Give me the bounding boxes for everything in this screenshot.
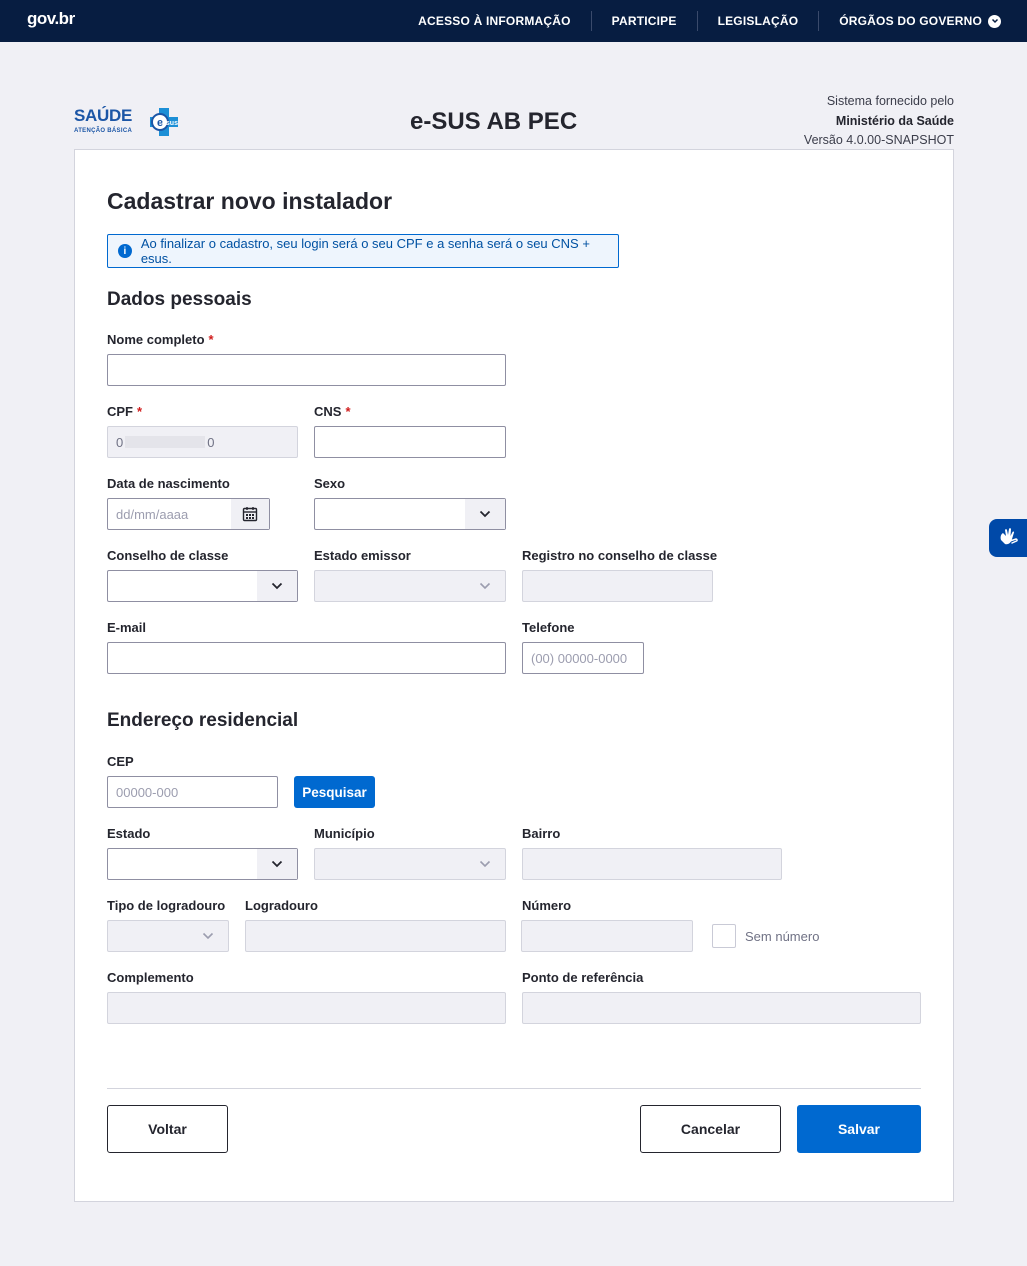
- municipio-select: [314, 848, 506, 880]
- chevron-down-icon: [271, 860, 283, 868]
- section-endereco: Endereço residencial: [107, 710, 299, 731]
- cpf-value-start: 0: [116, 434, 124, 450]
- gov-logo[interactable]: gov.br: [27, 9, 75, 29]
- label-conselho: Conselho de classe: [107, 548, 229, 563]
- cpf-input: 00: [107, 426, 298, 458]
- chevron-down-icon: [479, 582, 491, 590]
- label-bairro: Bairro: [522, 826, 561, 841]
- section-dados-pessoais: Dados pessoais: [107, 289, 252, 310]
- tipo-logradouro-select-button: [188, 921, 228, 951]
- cns-input[interactable]: [314, 426, 506, 458]
- label-logradouro: Logradouro: [245, 898, 318, 913]
- chevron-down-icon: [479, 510, 491, 518]
- required-mark: *: [137, 404, 143, 419]
- provider-info: Sistema fornecido pelo Ministério da Saú…: [804, 92, 954, 151]
- info-icon: i: [118, 244, 132, 258]
- info-alert-text: Ao finalizar o cadastro, seu login será …: [140, 236, 590, 266]
- nav-orgaos-governo[interactable]: ÓRGÃOS DO GOVERNO: [818, 11, 1001, 31]
- label-telefone: Telefone: [522, 620, 575, 635]
- nav-legislacao[interactable]: LEGISLAÇÃO: [696, 11, 819, 31]
- calendar-button[interactable]: [231, 499, 269, 529]
- app-header: SAÚDE ATENÇÃO BÁSICA e esus e-SUS AB PEC…: [74, 90, 954, 150]
- form-card: Cadastrar novo instalador i Ao finalizar…: [74, 149, 954, 1202]
- svg-text:esus: esus: [162, 120, 178, 127]
- cpf-value-end: 0: [207, 434, 215, 450]
- label-cns: CNS *: [314, 404, 351, 419]
- salvar-button[interactable]: Salvar: [797, 1105, 921, 1153]
- chevron-down-icon: [202, 932, 214, 940]
- telefone-input[interactable]: (00) 00000-0000: [522, 642, 644, 674]
- estado-emissor-select-button: [465, 571, 505, 601]
- label-municipio: Município: [314, 826, 375, 841]
- nav-acesso-informacao[interactable]: ACESSO À INFORMAÇÃO: [398, 11, 590, 31]
- brand-subtitle: ATENÇÃO BÁSICA: [74, 128, 133, 134]
- label-nome: Nome completo *: [107, 332, 214, 347]
- conselho-select-button[interactable]: [257, 571, 297, 601]
- chevron-down-icon: [479, 860, 491, 868]
- provider-line-1: Sistema fornecido pelo: [826, 94, 954, 108]
- cep-placeholder: 00000-000: [116, 784, 179, 800]
- tipo-logradouro-select: [107, 920, 229, 952]
- label-nascimento: Data de nascimento: [107, 476, 230, 491]
- nascimento-placeholder: dd/mm/aaaa: [116, 506, 189, 522]
- label-referencia: Ponto de referência: [522, 970, 644, 985]
- label-cep: CEP: [107, 754, 134, 769]
- estado-select[interactable]: [107, 848, 298, 880]
- conselho-select[interactable]: [107, 570, 298, 602]
- chevron-down-icon: [271, 582, 283, 590]
- cancelar-button[interactable]: Cancelar: [640, 1105, 781, 1153]
- registro-input: [522, 570, 713, 602]
- gov-nav: ACESSO À INFORMAÇÃO PARTICIPE LEGISLAÇÃO…: [398, 0, 1001, 42]
- label-sexo: Sexo: [314, 476, 346, 491]
- label-numero: Número: [522, 898, 572, 913]
- sem-numero-label: Sem número: [745, 929, 820, 944]
- nav-orgaos-label: ÓRGÃOS DO GOVERNO: [839, 14, 982, 28]
- provider-line-2: Ministério da Saúde: [835, 113, 954, 128]
- cep-input[interactable]: 00000-000: [107, 776, 278, 808]
- sign-language-icon: [1000, 528, 1018, 545]
- calendar-icon: [242, 507, 258, 522]
- sem-numero-checkbox[interactable]: [712, 924, 736, 948]
- estado-emissor-select: [314, 570, 506, 602]
- bairro-input: [522, 848, 782, 880]
- page-title: Cadastrar novo instalador: [107, 188, 393, 214]
- logradouro-input: [245, 920, 506, 952]
- saude-esus-logo: SAÚDE ATENÇÃO BÁSICA e esus: [74, 106, 184, 138]
- gov-topbar: gov.br ACESSO À INFORMAÇÃO PARTICIPE LEG…: [0, 0, 1027, 42]
- label-cpf: CPF *: [107, 404, 143, 419]
- nav-participe[interactable]: PARTICIPE: [590, 11, 697, 31]
- sexo-select-button[interactable]: [465, 499, 505, 529]
- pesquisar-button[interactable]: Pesquisar: [294, 776, 375, 808]
- estado-select-button[interactable]: [257, 849, 297, 879]
- required-mark: *: [208, 332, 214, 347]
- sexo-select[interactable]: [314, 498, 506, 530]
- brand-title: SAÚDE: [74, 106, 133, 125]
- nascimento-input[interactable]: dd/mm/aaaa: [107, 498, 270, 530]
- numero-input: [521, 920, 693, 952]
- cpf-masked: [125, 436, 206, 448]
- label-registro: Registro no conselho de classe: [522, 548, 718, 563]
- complemento-input: [107, 992, 506, 1024]
- municipio-select-button: [465, 849, 505, 879]
- version-text: Versão 4.0.00-SNAPSHOT: [803, 133, 954, 147]
- required-mark: *: [345, 404, 351, 419]
- nome-input[interactable]: [107, 354, 506, 386]
- info-alert: i Ao finalizar o cadastro, seu login ser…: [107, 234, 619, 268]
- label-complemento: Complemento: [107, 970, 194, 985]
- label-estado: Estado: [107, 826, 151, 841]
- telefone-placeholder: (00) 00000-0000: [531, 650, 628, 666]
- esus-cross-icon: e esus: [150, 108, 178, 136]
- footer-divider: [107, 1088, 921, 1089]
- label-tipo-logradouro: Tipo de logradouro: [107, 898, 226, 913]
- label-email: E-mail: [107, 620, 147, 635]
- email-input[interactable]: [107, 642, 506, 674]
- chevron-down-icon: [988, 14, 1001, 28]
- vlibras-accessibility-button[interactable]: [989, 519, 1027, 557]
- voltar-button[interactable]: Voltar: [107, 1105, 228, 1153]
- app-title: e-SUS AB PEC: [410, 108, 578, 135]
- label-estado-emissor: Estado emissor: [314, 548, 411, 563]
- referencia-input: [522, 992, 921, 1024]
